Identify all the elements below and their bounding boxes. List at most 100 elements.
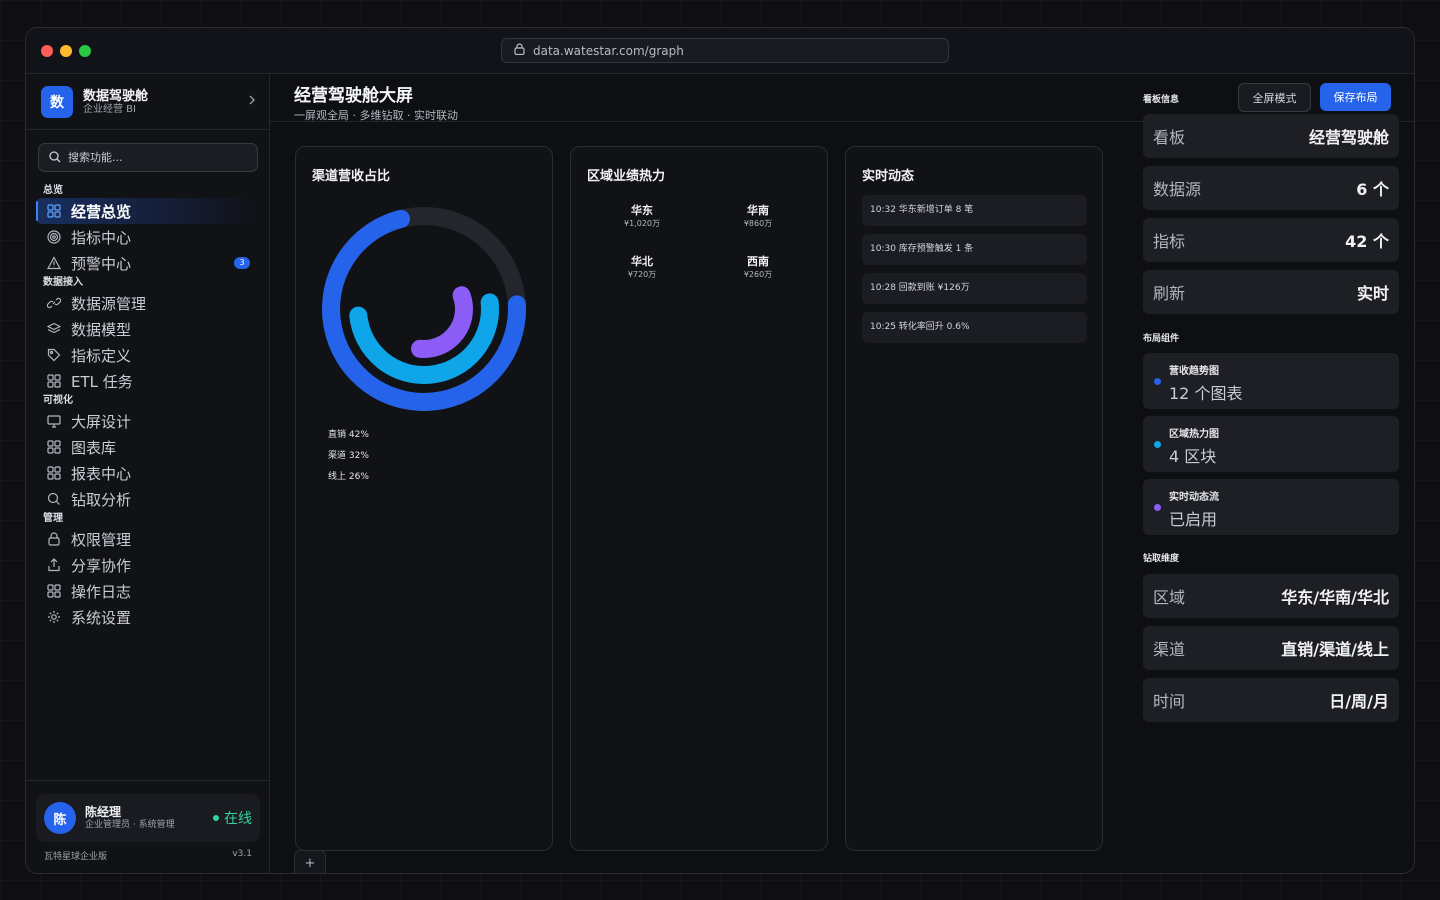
- chart-legend: 直销 42% 渠道 32% 线上 26%: [328, 429, 369, 492]
- component-value: 12 个图表: [1169, 384, 1243, 403]
- nav-section-title: 数据接入: [43, 277, 83, 288]
- brand-logo: 数: [41, 86, 73, 118]
- address-bar[interactable]: data.watestar.com/graph: [501, 38, 949, 63]
- info-row: 区域 华东/华南/华北: [1143, 574, 1399, 618]
- info-key: 看板: [1153, 128, 1186, 147]
- color-dot-icon: [1154, 441, 1161, 448]
- main-area: 经营驾驶舱大屏 一屏观全局 · 多维钻取 · 实时联动 全屏模式 保存布局 渠道…: [270, 74, 1414, 873]
- info-row: 渠道 直销/渠道/线上: [1143, 626, 1399, 670]
- sidebar-item[interactable]: 操作日志: [36, 578, 260, 604]
- sidebar-item[interactable]: 权限管理: [36, 526, 260, 552]
- search-input[interactable]: [68, 151, 238, 164]
- chart-arc-2[interactable]: [411, 286, 473, 358]
- region-value: ¥860万: [743, 219, 773, 228]
- component-value: 已启用: [1169, 510, 1218, 529]
- search-icon: [46, 491, 62, 507]
- sidebar-item[interactable]: 钻取分析: [36, 486, 260, 512]
- layout-component[interactable]: 营收趋势图 12 个图表: [1143, 353, 1399, 409]
- sidebar-item[interactable]: 数据模型: [36, 316, 260, 342]
- sidebar-item-label: 数据模型: [71, 320, 132, 339]
- panel-title: 实时动态: [862, 169, 915, 184]
- add-panel-button[interactable]: +: [294, 850, 326, 873]
- sidebar-item-label: 钻取分析: [71, 490, 132, 509]
- sidebar-item[interactable]: 图表库: [36, 434, 260, 460]
- sidebar-item-label: 操作日志: [71, 582, 132, 601]
- info-value: 华东/华南/华北: [1281, 588, 1389, 607]
- close-window-button[interactable]: [41, 45, 53, 57]
- search-box[interactable]: [38, 143, 258, 172]
- sidebar-item-label: 数据源管理: [71, 294, 147, 313]
- sidebar-item[interactable]: ETL 任务: [36, 368, 260, 394]
- sidebar-item[interactable]: 分享协作: [36, 552, 260, 578]
- status-text: 在线: [224, 811, 252, 827]
- grid-icon: [46, 203, 62, 219]
- nav-section-title: 可视化: [43, 395, 73, 406]
- sidebar-item-label: 大屏设计: [71, 412, 132, 431]
- heat-cell[interactable]: 华北 ¥720万: [597, 255, 687, 280]
- channel-revenue-panel[interactable]: 渠道营收占比 直销 42% 渠道 32% 线上 26%: [295, 146, 553, 851]
- heat-cell[interactable]: 华东 ¥1,020万: [597, 204, 687, 229]
- grid-icon: [46, 465, 62, 481]
- sidebar-item[interactable]: 预警中心 3: [36, 250, 260, 276]
- channel-radial-chart: [322, 207, 526, 411]
- region-value: ¥260万: [743, 270, 773, 279]
- sidebar-item[interactable]: 经营总览: [36, 198, 260, 224]
- region-heat-panel[interactable]: 区域业绩热力 华东 ¥1,020万 华南 ¥860万 华北 ¥720万 西南 ¥260万: [570, 146, 828, 851]
- sidebar-item-label: 指标中心: [71, 228, 132, 247]
- page-title: 经营驾驶舱大屏: [294, 86, 413, 106]
- sidebar-item[interactable]: 指标定义: [36, 342, 260, 368]
- browser-titlebar: data.watestar.com/graph: [26, 28, 1414, 74]
- maximize-window-button[interactable]: [79, 45, 91, 57]
- sidebar-item[interactable]: 指标中心: [36, 224, 260, 250]
- sidebar-item[interactable]: 报表中心: [36, 460, 260, 486]
- url-text: data.watestar.com/graph: [533, 43, 684, 58]
- brand-switcher[interactable]: 数 数据驾驶舱 企业经营 BI: [41, 86, 256, 118]
- grid-icon: [46, 583, 62, 599]
- feed-item[interactable]: 10:25 转化率回升 0.6%: [862, 312, 1087, 343]
- info-value: 实时: [1356, 284, 1389, 303]
- sidebar-item[interactable]: 系统设置: [36, 604, 260, 630]
- info-row: 刷新 实时: [1143, 270, 1399, 314]
- info-value: 直销/渠道/线上: [1281, 640, 1389, 659]
- user-card[interactable]: 陈 陈经理 企业管理员 · 系统管理 在线: [36, 794, 260, 842]
- panel-title: 渠道营收占比: [312, 169, 391, 184]
- lock-icon: [46, 531, 62, 547]
- sidebar-item[interactable]: 大屏设计: [36, 408, 260, 434]
- info-row: 时间 日/周/月: [1143, 678, 1399, 722]
- link-icon: [46, 295, 62, 311]
- component-name: 营收趋势图: [1169, 366, 1219, 377]
- feed-item[interactable]: 10:30 库存预警触发 1 条: [862, 234, 1087, 265]
- info-key: 数据源: [1153, 180, 1202, 199]
- feed-item[interactable]: 10:28 回款到账 ¥126万: [862, 273, 1087, 304]
- feed-item[interactable]: 10:32 华东新增订单 8 笔: [862, 195, 1087, 226]
- chevron-right-icon: [248, 94, 256, 110]
- info-value: 6 个: [1356, 180, 1389, 199]
- sidebar-item-label: 指标定义: [71, 346, 132, 365]
- live-feed-panel[interactable]: 实时动态 10:32 华东新增订单 8 笔 10:30 库存预警触发 1 条 10:…: [845, 146, 1103, 851]
- info-row: 数据源 6 个: [1143, 166, 1399, 210]
- tag-icon: [46, 347, 62, 363]
- minimize-window-button[interactable]: [60, 45, 72, 57]
- sidebar-item[interactable]: 数据源管理: [36, 290, 260, 316]
- grid-icon: [46, 439, 62, 455]
- section-title: 布局组件: [1143, 334, 1180, 344]
- save-layout-button[interactable]: 保存布局: [1320, 83, 1391, 111]
- heat-cell[interactable]: 西南 ¥260万: [713, 255, 803, 280]
- divider: [26, 780, 270, 781]
- legend-item: 渠道 32%: [328, 451, 369, 461]
- layout-component[interactable]: 实时动态流 已启用: [1143, 479, 1399, 535]
- color-dot-icon: [1154, 378, 1161, 385]
- component-value: 4 区块: [1169, 447, 1217, 466]
- sidebar-item-label: 报表中心: [71, 464, 132, 483]
- sidebar-item-label: 预警中心: [71, 254, 132, 273]
- info-key: 渠道: [1153, 640, 1186, 659]
- layout-component[interactable]: 区域热力图 4 区块: [1143, 416, 1399, 472]
- avatar: 陈: [44, 802, 76, 834]
- region-value: ¥720万: [627, 270, 657, 279]
- info-key: 刷新: [1153, 284, 1186, 303]
- section-title: 钻取维度: [1143, 554, 1180, 564]
- fullscreen-button[interactable]: 全屏模式: [1238, 83, 1311, 112]
- heat-cell[interactable]: 华南 ¥860万: [713, 204, 803, 229]
- info-key: 时间: [1153, 692, 1186, 711]
- layers-icon: [46, 321, 62, 337]
